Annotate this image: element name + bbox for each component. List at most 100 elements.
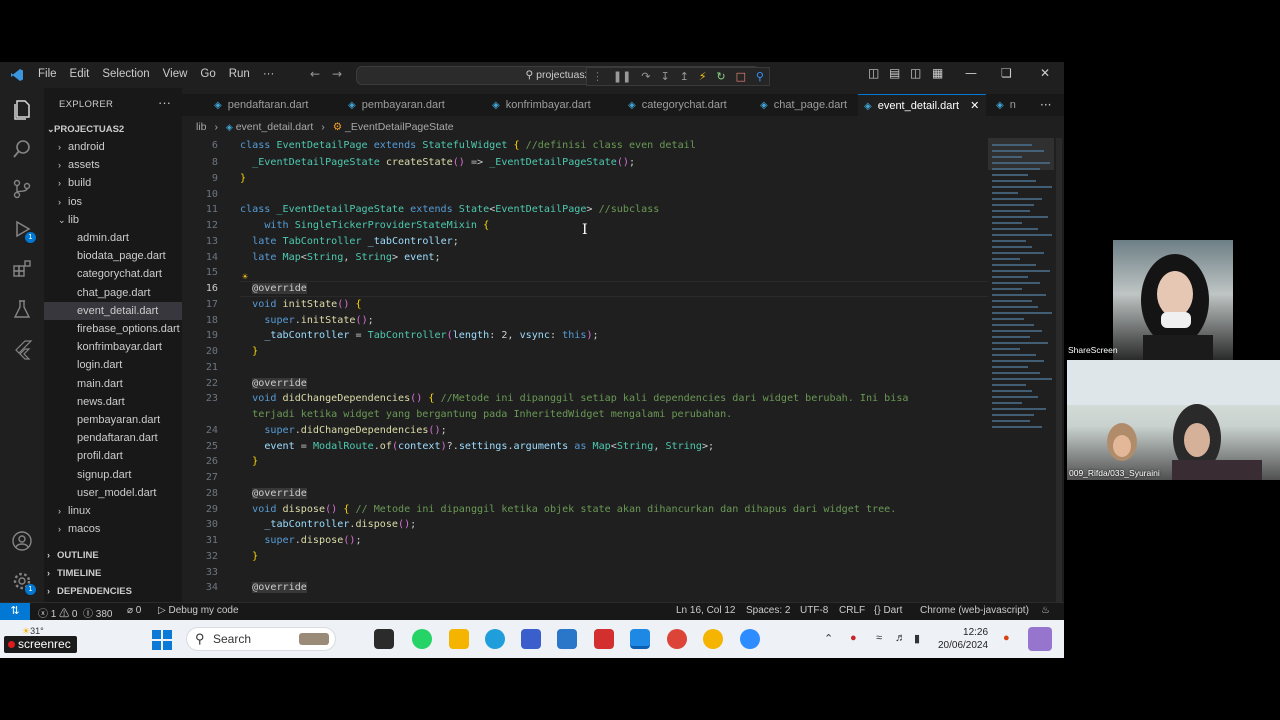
outline-section[interactable]: › OUTLINE: [44, 546, 182, 564]
debug-status[interactable]: ▷ Debug my code: [158, 605, 239, 616]
copilot-icon[interactable]: [1028, 627, 1052, 651]
file-item[interactable]: event_detail.dart: [44, 301, 182, 320]
code-editor[interactable]: 6 class EventDetailPage extends StatefulW…: [182, 138, 988, 602]
file-item[interactable]: news.dart: [44, 393, 182, 411]
breadcrumb-folder[interactable]: lib: [196, 121, 207, 133]
toggle-sidebar-icon[interactable]: ◫: [868, 66, 879, 80]
folder-item[interactable]: › build: [44, 174, 182, 192]
folder-item[interactable]: ⌄ lib: [44, 211, 182, 229]
file-item[interactable]: user_model.dart: [44, 484, 182, 502]
code-line[interactable]: 34 @override: [182, 580, 988, 596]
tray-chevron-up-icon[interactable]: ⌃: [824, 632, 833, 645]
code-line[interactable]: 24 super.didChangeDependencies();: [182, 423, 988, 439]
file-item[interactable]: admin.dart: [44, 229, 182, 247]
customize-layout-icon[interactable]: ▦: [932, 66, 943, 80]
indentation-status[interactable]: Spaces: 2: [746, 605, 790, 616]
device-selector[interactable]: Chrome (web-javascript): [920, 605, 1029, 616]
step-over-icon[interactable]: ↷: [641, 70, 650, 83]
wifi-icon[interactable]: ≈: [876, 632, 882, 644]
task-view-icon[interactable]: [374, 629, 394, 649]
code-line[interactable]: 10: [182, 187, 988, 203]
speaker-icon[interactable]: ♬: [895, 632, 906, 644]
editor-tab[interactable]: ◈ pendaftaran.dart: [208, 94, 336, 116]
tab-close-icon[interactable]: ✕: [967, 100, 979, 112]
step-out-icon[interactable]: ↥: [680, 70, 689, 83]
code-line[interactable]: 25 event = ModalRoute.of(context)?.setti…: [182, 439, 988, 455]
pause-icon[interactable]: ❚❚: [613, 70, 631, 83]
code-line[interactable]: 20 }: [182, 344, 988, 360]
whatsapp-icon[interactable]: [412, 629, 432, 649]
more-actions-icon[interactable]: ···: [158, 95, 171, 110]
chrome-icon[interactable]: [703, 629, 723, 649]
folder-item[interactable]: › linux: [44, 502, 182, 520]
file-explorer-icon[interactable]: [449, 629, 469, 649]
folder-item[interactable]: › android: [44, 138, 182, 156]
file-item[interactable]: categorychat.dart: [44, 265, 182, 283]
flutter-icon[interactable]: [11, 338, 33, 360]
code-line[interactable]: 6 class EventDetailPage extends StatefulW…: [182, 138, 988, 154]
code-line[interactable]: 14 late Map<String, String> event;: [182, 250, 988, 266]
file-item[interactable]: pembayaran.dart: [44, 411, 182, 429]
account-icon[interactable]: [11, 530, 33, 552]
code-line[interactable]: 32 }: [182, 549, 988, 565]
file-item[interactable]: signup.dart: [44, 466, 182, 484]
edge-icon[interactable]: [485, 629, 505, 649]
menu-file[interactable]: File: [38, 68, 57, 80]
folder-item[interactable]: › assets: [44, 156, 182, 174]
search-icon[interactable]: [11, 138, 33, 160]
editor-tab[interactable]: ◈ chat_page.dart: [754, 94, 852, 116]
settings-gear-icon[interactable]: 1: [11, 570, 36, 595]
menu-edit[interactable]: Edit: [70, 68, 90, 80]
language-mode[interactable]: {} Dart: [874, 605, 902, 616]
file-item[interactable]: profil.dart: [44, 447, 182, 465]
code-line[interactable]: 15: [182, 265, 988, 281]
store-icon[interactable]: [557, 629, 577, 649]
code-line[interactable]: 19 _tabController = TabController(length…: [182, 328, 988, 344]
battery-icon[interactable]: ▮: [914, 632, 920, 645]
app-icon[interactable]: [521, 629, 541, 649]
folder-item[interactable]: › ios: [44, 193, 182, 211]
code-line[interactable]: 28 @override: [182, 486, 988, 502]
windows-start-icon[interactable]: [152, 630, 172, 650]
radio-status[interactable]: ⌀ 0: [127, 605, 141, 616]
hot-reload-icon[interactable]: ⚡: [699, 70, 707, 83]
mcafee-icon[interactable]: [594, 629, 614, 649]
code-line[interactable]: 22 @override: [182, 376, 988, 392]
menu-run[interactable]: Run: [229, 68, 250, 80]
minimap-slider[interactable]: [988, 138, 1054, 170]
file-item[interactable]: login.dart: [44, 356, 182, 374]
project-root[interactable]: ⌄PROJECTUAS2: [44, 120, 182, 138]
notifications-bell-icon[interactable]: ♨: [1041, 605, 1050, 616]
testing-icon[interactable]: [11, 298, 33, 320]
file-item[interactable]: biodata_page.dart: [44, 247, 182, 265]
editor-tab[interactable]: ◈ n: [990, 94, 1030, 116]
code-line[interactable]: 9}: [182, 171, 988, 187]
tab-more-actions-icon[interactable]: ···: [1040, 98, 1051, 112]
file-item[interactable]: main.dart: [44, 375, 182, 393]
taskbar-search[interactable]: ⚲ Search: [186, 627, 336, 651]
editor-tab[interactable]: ◈ event_detail.dart ✕: [858, 94, 986, 116]
close-icon[interactable]: ✕: [1040, 66, 1050, 80]
back-arrow-icon[interactable]: ←: [310, 67, 320, 81]
code-line[interactable]: 21: [182, 360, 988, 376]
toggle-panel-icon[interactable]: ▤: [889, 66, 900, 80]
editor-tab[interactable]: ◈ categorychat.dart: [622, 94, 748, 116]
restore-icon[interactable]: ❏: [1001, 66, 1012, 80]
step-into-icon[interactable]: ↧: [660, 70, 669, 83]
lightbulb-icon[interactable]: ☀: [242, 272, 248, 283]
code-line[interactable]: terjadi ketika widget yang bergantung pa…: [182, 407, 988, 423]
menu-go[interactable]: Go: [200, 68, 215, 80]
editor-tab[interactable]: ◈ pembayaran.dart: [342, 94, 480, 116]
encoding-status[interactable]: UTF-8: [800, 605, 828, 616]
folder-item[interactable]: › macos: [44, 520, 182, 538]
breadcrumb-file[interactable]: event_detail.dart: [236, 121, 314, 133]
stop-icon[interactable]: □: [736, 70, 746, 83]
minimize-icon[interactable]: —: [965, 66, 977, 80]
toggle-secondary-sidebar-icon[interactable]: ◫: [910, 66, 921, 80]
explorer-icon[interactable]: [11, 98, 33, 120]
restart-icon[interactable]: ↻: [716, 70, 725, 83]
vertical-scrollbar[interactable]: [1056, 138, 1062, 602]
menu-view[interactable]: View: [163, 68, 188, 80]
timeline-section[interactable]: › TIMELINE: [44, 564, 182, 582]
minimap[interactable]: [988, 138, 1064, 602]
